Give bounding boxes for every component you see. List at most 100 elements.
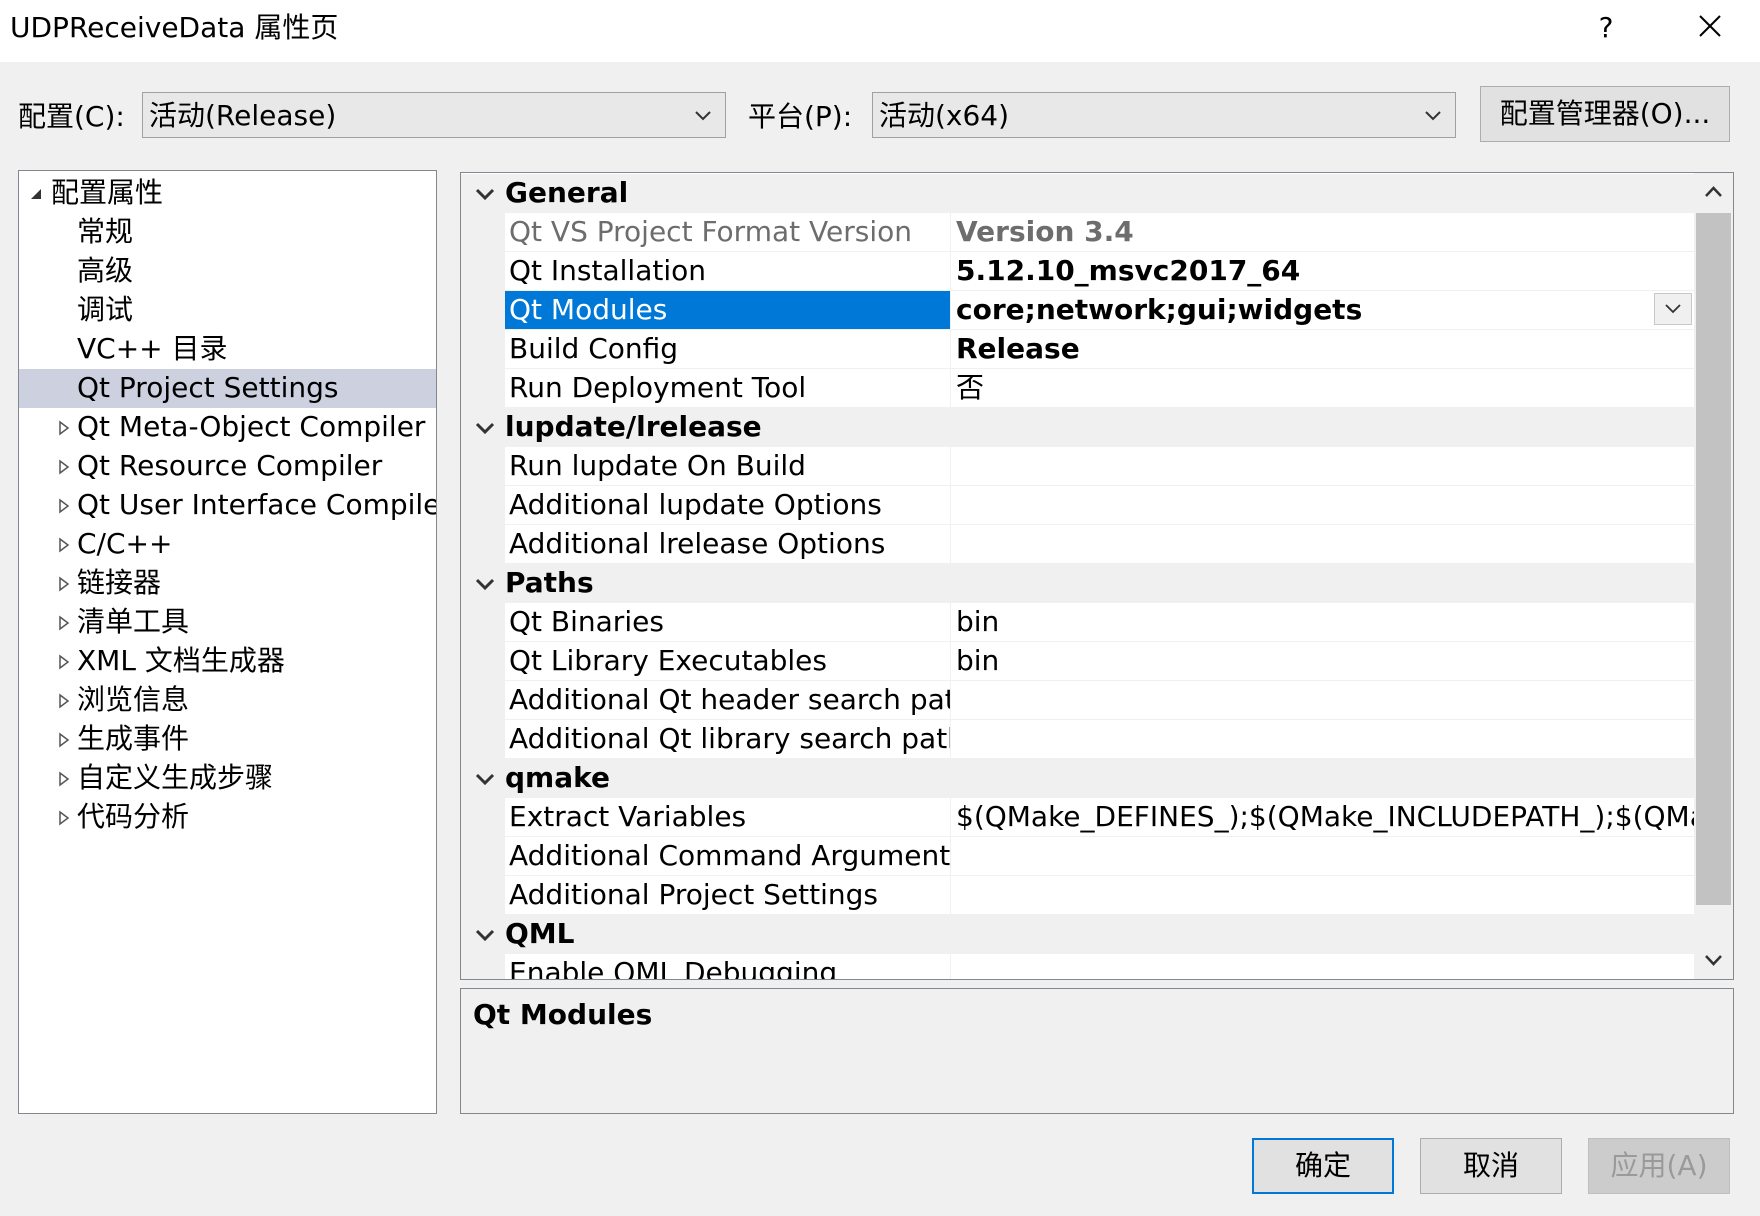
property-name-cell[interactable]: Extract Variables: [505, 798, 951, 836]
property-tree: 配置属性 常规 高级 调试 VC++ 目录 Qt Project Settings Qt M…: [18, 170, 437, 1114]
property-name-cell[interactable]: Additional Project Settings: [505, 876, 951, 914]
tree-item[interactable]: 代码分析: [19, 798, 436, 837]
apply-button[interactable]: 应用(A): [1588, 1138, 1730, 1194]
property-row[interactable]: Build Config Release: [461, 330, 1694, 369]
config-dropdown[interactable]: 活动(Release): [142, 92, 726, 138]
property-value-cell[interactable]: Release: [952, 330, 1694, 368]
property-row[interactable]: Additional Qt library search paths: [461, 720, 1694, 759]
scroll-down-button[interactable]: [1694, 941, 1733, 979]
property-name-cell[interactable]: Qt Installation: [505, 252, 951, 290]
property-row[interactable]: Qt Library Executables bin: [461, 642, 1694, 681]
collapsed-triangle-icon[interactable]: [57, 651, 71, 673]
tree-item[interactable]: 链接器: [19, 564, 436, 603]
property-row[interactable]: Qt Modules core;network;gui;widgets: [461, 291, 1694, 330]
cancel-button[interactable]: 取消: [1420, 1138, 1562, 1194]
collapsed-triangle-icon[interactable]: [57, 807, 71, 829]
property-value-cell[interactable]: $(QMake_DEFINES_);$(QMake_INCLUDEPATH_);…: [952, 798, 1694, 836]
tree-item[interactable]: 生成事件: [19, 720, 436, 759]
property-name-cell[interactable]: Run Deployment Tool: [505, 369, 951, 407]
property-name-cell[interactable]: Additional Command Arguments: [505, 837, 951, 875]
close-button[interactable]: [1686, 8, 1734, 48]
category-row[interactable]: Paths: [461, 564, 1694, 603]
property-value-cell[interactable]: [952, 837, 1694, 875]
property-value-cell[interactable]: [952, 525, 1694, 563]
property-name-cell[interactable]: Qt Library Executables: [505, 642, 951, 680]
tree-item[interactable]: XML 文档生成器: [19, 642, 436, 681]
platform-label: 平台(P):: [748, 100, 853, 133]
tree-item[interactable]: 清单工具: [19, 603, 436, 642]
tree-item[interactable]: 自定义生成步骤: [19, 759, 436, 798]
category-row[interactable]: lupdate/lrelease: [461, 408, 1694, 447]
property-row[interactable]: Additional lrelease Options: [461, 525, 1694, 564]
property-name-cell[interactable]: Additional lupdate Options: [505, 486, 951, 524]
property-row[interactable]: Run lupdate On Build: [461, 447, 1694, 486]
property-value-cell[interactable]: bin: [952, 603, 1694, 641]
property-row[interactable]: Run Deployment Tool 否: [461, 369, 1694, 408]
collapsed-triangle-icon[interactable]: [57, 729, 71, 751]
tree-item[interactable]: Qt User Interface Compiler: [19, 486, 436, 525]
collapsed-triangle-icon[interactable]: [57, 573, 71, 595]
tree-item[interactable]: Qt Meta-Object Compiler: [19, 408, 436, 447]
collapsed-triangle-icon[interactable]: [57, 456, 71, 478]
property-name-cell[interactable]: Additional lrelease Options: [505, 525, 951, 563]
property-value-cell[interactable]: [952, 954, 1694, 979]
property-row[interactable]: Qt VS Project Format Version Version 3.4: [461, 213, 1694, 252]
tree-item-label: 调试: [77, 293, 134, 326]
property-value-cell[interactable]: [952, 486, 1694, 524]
tree-item[interactable]: 常规: [19, 213, 436, 252]
ok-button[interactable]: 确定: [1252, 1138, 1394, 1194]
expanded-triangle-icon[interactable]: [29, 183, 43, 205]
property-name-cell[interactable]: Qt Modules: [505, 291, 951, 329]
category-row[interactable]: QML: [461, 915, 1694, 954]
property-row[interactable]: Additional lupdate Options: [461, 486, 1694, 525]
property-value-cell[interactable]: core;network;gui;widgets: [952, 291, 1694, 329]
collapsed-triangle-icon[interactable]: [57, 768, 71, 790]
property-name-cell[interactable]: Qt Binaries: [505, 603, 951, 641]
property-name: Enable QML Debugging: [509, 956, 838, 980]
config-manager-button[interactable]: 配置管理器(O)...: [1480, 86, 1730, 142]
property-row[interactable]: Additional Qt header search paths: [461, 681, 1694, 720]
property-name-cell[interactable]: Run lupdate On Build: [505, 447, 951, 485]
property-row[interactable]: Qt Installation 5.12.10_msvc2017_64: [461, 252, 1694, 291]
property-row[interactable]: Extract Variables $(QMake_DEFINES_);$(QMa…: [461, 798, 1694, 837]
collapsed-triangle-icon[interactable]: [57, 534, 71, 556]
tree-item[interactable]: Qt Resource Compiler: [19, 447, 436, 486]
category-row[interactable]: General: [461, 174, 1694, 213]
property-value-cell[interactable]: [952, 447, 1694, 485]
property-row[interactable]: Qt Binaries bin: [461, 603, 1694, 642]
tree-item[interactable]: Qt Project Settings: [19, 369, 436, 408]
tree-item[interactable]: C/C++: [19, 525, 436, 564]
collapsed-triangle-icon[interactable]: [57, 417, 71, 439]
tree-item[interactable]: 高级: [19, 252, 436, 291]
collapsed-triangle-icon[interactable]: [57, 690, 71, 712]
tree-item[interactable]: 配置属性: [19, 174, 436, 213]
property-value-cell[interactable]: Version 3.4: [952, 213, 1694, 251]
property-value-cell[interactable]: [952, 720, 1694, 758]
grid-scrollbar[interactable]: [1694, 173, 1733, 979]
property-value-cell[interactable]: [952, 681, 1694, 719]
tree-item-label: Qt Meta-Object Compiler: [77, 410, 426, 443]
property-name-cell[interactable]: Build Config: [505, 330, 951, 368]
platform-dropdown[interactable]: 活动(x64): [872, 92, 1456, 138]
collapsed-triangle-icon[interactable]: [57, 495, 71, 517]
property-value-cell[interactable]: bin: [952, 642, 1694, 680]
property-row[interactable]: Additional Command Arguments: [461, 837, 1694, 876]
tree-item[interactable]: VC++ 目录: [19, 330, 436, 369]
help-button[interactable]: ?: [1586, 8, 1626, 48]
property-value-cell[interactable]: [952, 876, 1694, 914]
category-row[interactable]: qmake: [461, 759, 1694, 798]
property-name-cell[interactable]: Enable QML Debugging: [505, 954, 951, 980]
property-row[interactable]: Enable QML Debugging: [461, 954, 1694, 980]
property-name-cell[interactable]: Additional Qt library search paths: [505, 720, 951, 758]
tree-item[interactable]: 调试: [19, 291, 436, 330]
scrollbar-thumb[interactable]: [1696, 213, 1731, 905]
property-row[interactable]: Additional Project Settings: [461, 876, 1694, 915]
value-dropdown-button[interactable]: [1654, 293, 1692, 325]
collapsed-triangle-icon[interactable]: [57, 612, 71, 634]
property-name-cell[interactable]: Additional Qt header search paths: [505, 681, 951, 719]
property-value-cell[interactable]: 否: [952, 369, 1694, 407]
property-name-cell[interactable]: Qt VS Project Format Version: [505, 213, 951, 251]
scroll-up-button[interactable]: [1694, 173, 1733, 211]
property-value-cell[interactable]: 5.12.10_msvc2017_64: [952, 252, 1694, 290]
tree-item[interactable]: 浏览信息: [19, 681, 436, 720]
